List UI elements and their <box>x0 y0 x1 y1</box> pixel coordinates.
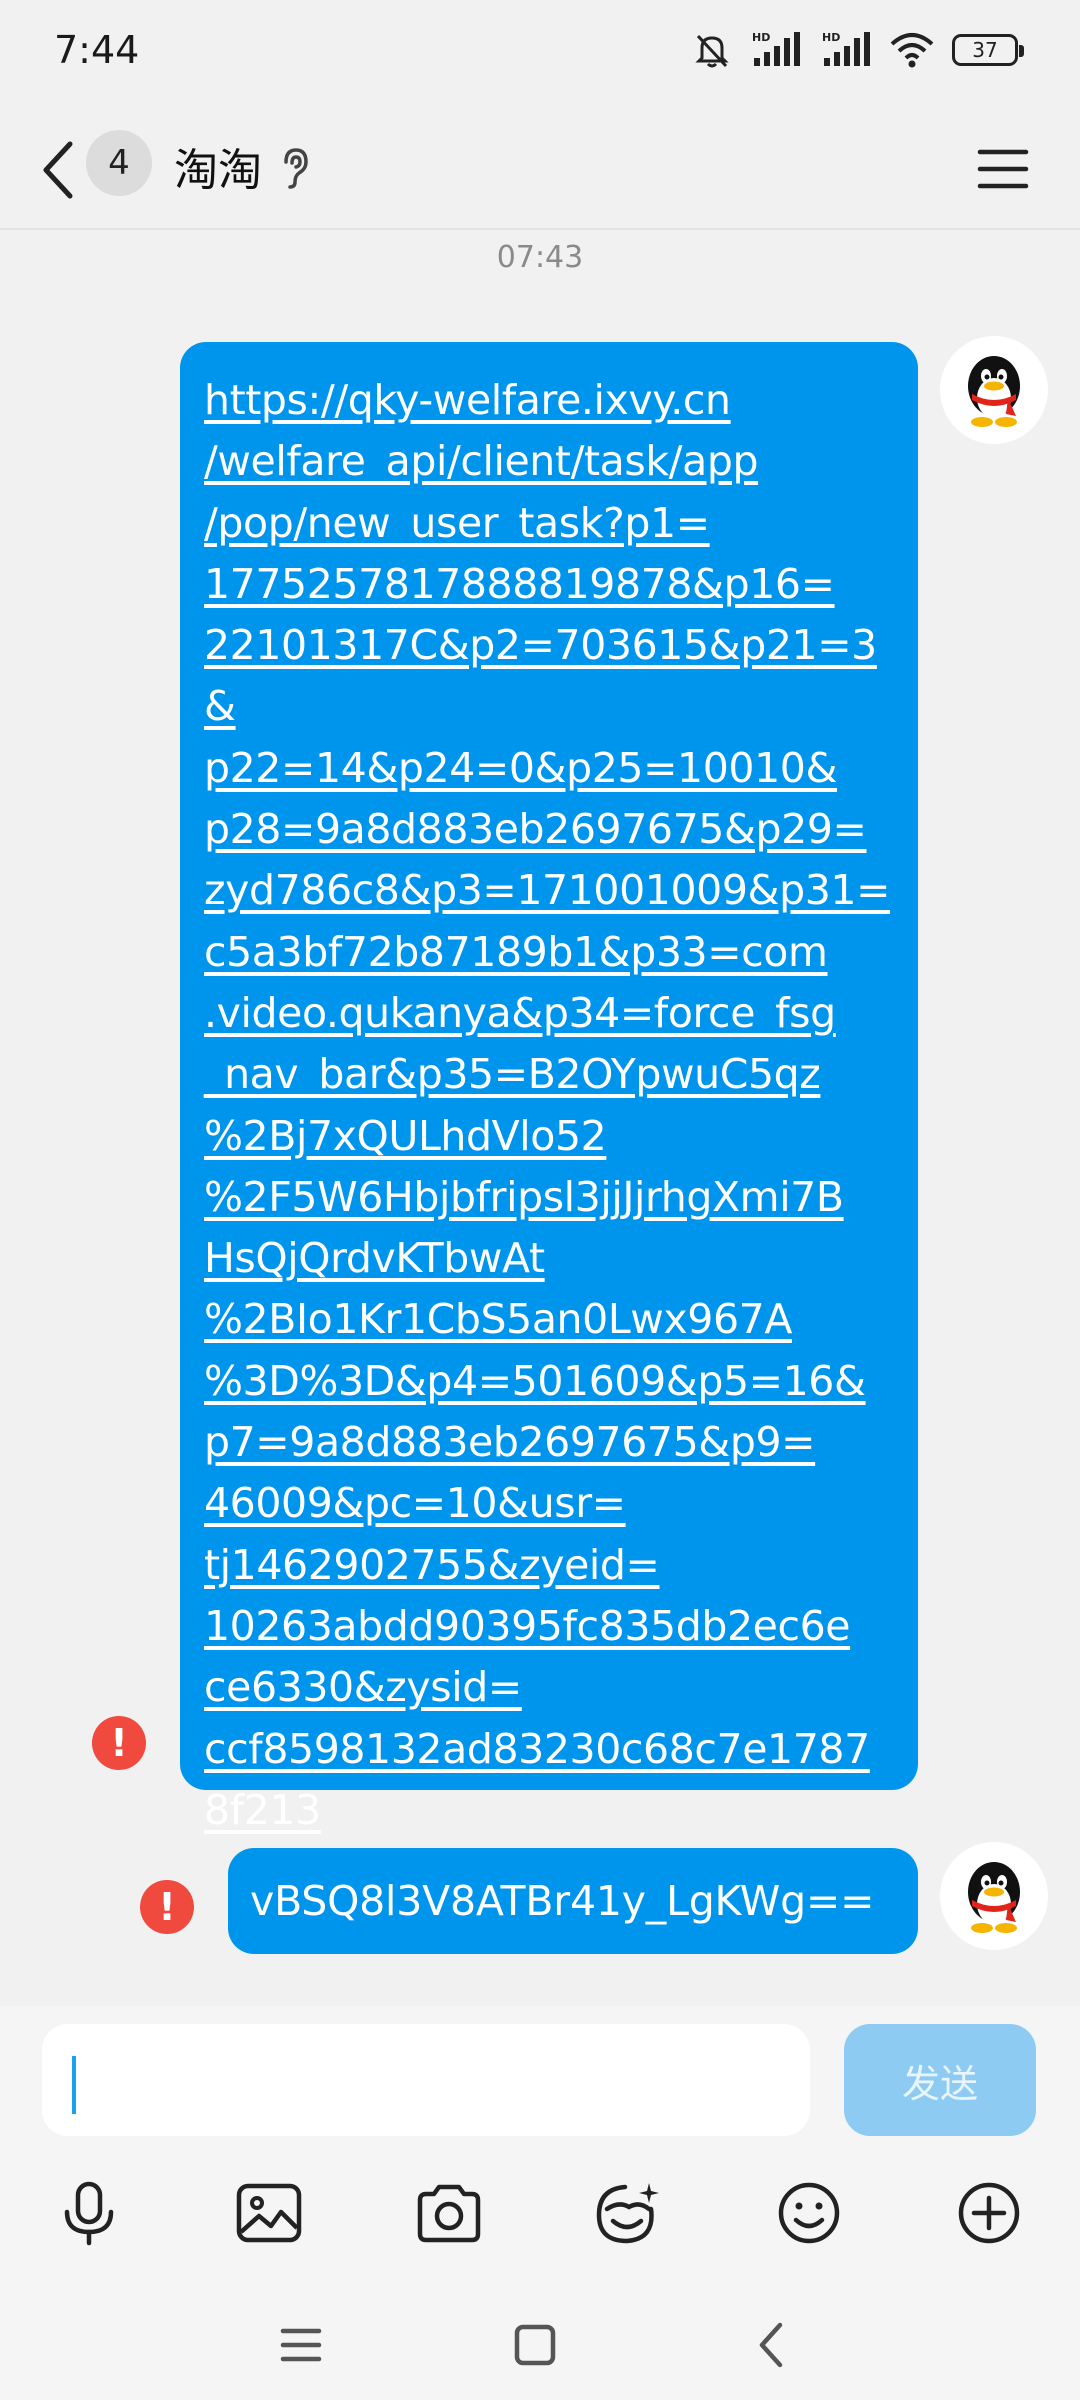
message-text[interactable]: vBSQ8l3V8ATBr41y_LgKWg== <box>250 1877 874 1925</box>
sticker-button[interactable] <box>584 2168 674 2258</box>
avatar[interactable] <box>940 1842 1048 1950</box>
message-bubble[interactable]: https://qky-welfare.ixvy.cn /welfare_api… <box>180 342 918 1834</box>
system-back-button[interactable] <box>736 2310 806 2380</box>
send-button[interactable]: 发送 <box>844 2024 1036 2136</box>
penguin-avatar-icon <box>968 356 1020 427</box>
gallery-button[interactable] <box>224 2168 314 2258</box>
message-input[interactable] <box>42 2024 810 2136</box>
chat-header: 4 淘淘 <box>0 110 1080 230</box>
image-icon <box>236 2183 302 2243</box>
home-icon <box>514 2324 556 2366</box>
status-icons: HD HD 37 <box>692 30 1024 70</box>
chat-screen: 7:44 HD HD 37 4 淘淘 07:43 https://qky-wel… <box>0 0 1080 2400</box>
chevron-left-icon <box>43 141 73 199</box>
signal-hd-icon: HD <box>752 31 800 66</box>
status-bar: 7:44 HD HD 37 <box>0 0 1080 110</box>
more-actions-button[interactable] <box>944 2168 1034 2258</box>
signal-hd-icon-2: HD <box>822 31 870 66</box>
emoji-button[interactable] <box>764 2168 854 2258</box>
svg-text:HD: HD <box>822 31 840 44</box>
sticker-face-icon <box>596 2183 659 2244</box>
mute-bell-icon <box>695 34 729 68</box>
message-link-text[interactable]: https://qky-welfare.ixvy.cn /welfare_api… <box>204 370 894 1841</box>
contact-name[interactable]: 淘淘 <box>174 134 262 198</box>
camera-button[interactable] <box>404 2168 494 2258</box>
more-menu-button[interactable] <box>974 140 1032 198</box>
microphone-icon <box>64 2181 114 2246</box>
message-bubble[interactable]: vBSQ8l3V8ATBr41y_LgKWg== <box>228 1848 918 1954</box>
battery-icon: 37 <box>952 34 1024 66</box>
penguin-avatar-icon <box>968 1862 1020 1933</box>
voice-button[interactable] <box>44 2168 134 2258</box>
camera-icon <box>417 2184 481 2243</box>
back-icon <box>759 2322 783 2368</box>
recent-apps-icon <box>280 2328 322 2362</box>
back-button[interactable] <box>30 130 86 210</box>
unread-count-badge[interactable]: 4 <box>86 130 152 196</box>
text-caret <box>72 2056 76 2114</box>
svg-text:HD: HD <box>752 31 770 44</box>
battery-level: 37 <box>972 38 998 62</box>
avatar[interactable] <box>940 336 1048 444</box>
wifi-icon <box>890 33 934 68</box>
status-time: 7:44 <box>54 28 140 72</box>
system-nav-bar <box>0 2290 1080 2400</box>
ear-icon[interactable] <box>278 146 312 190</box>
emoji-icon <box>778 2182 840 2244</box>
plus-icon <box>958 2182 1020 2244</box>
composer-toolbar <box>0 2168 1080 2268</box>
hamburger-menu-icon <box>977 149 1029 189</box>
home-button[interactable] <box>500 2310 570 2380</box>
send-failed-icon[interactable]: ! <box>92 1716 146 1770</box>
message-timestamp: 07:43 <box>496 240 584 275</box>
recent-apps-button[interactable] <box>266 2310 336 2380</box>
send-failed-icon[interactable]: ! <box>140 1880 194 1934</box>
